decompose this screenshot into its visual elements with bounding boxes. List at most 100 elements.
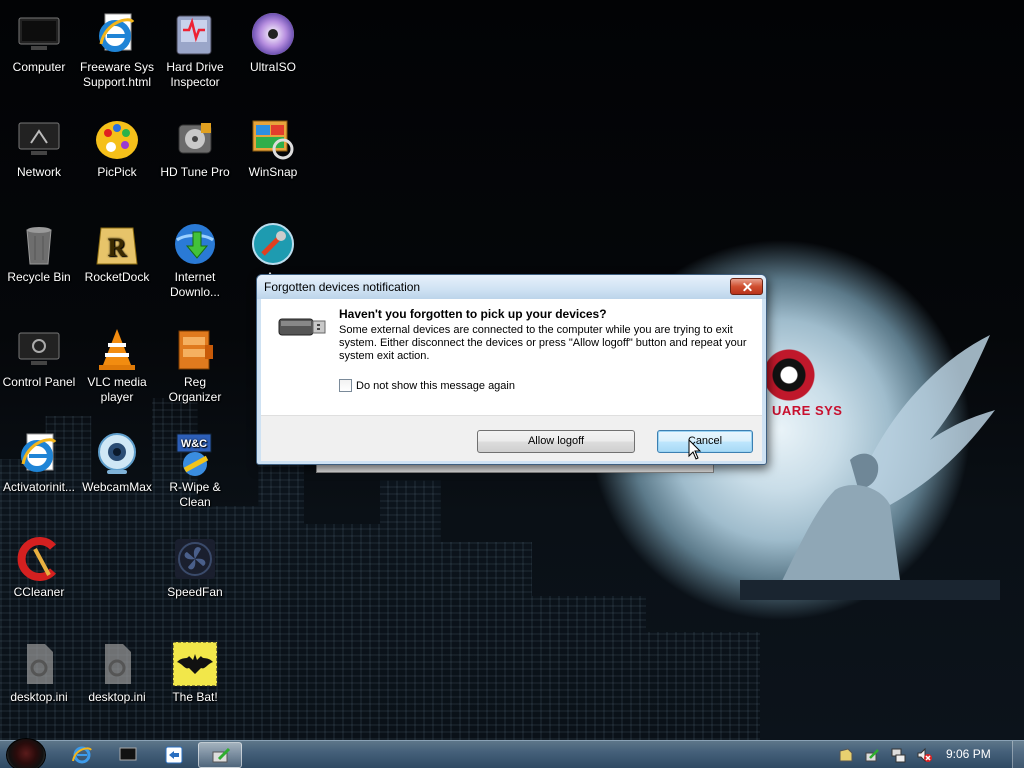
desktop-icon-label: WebcamMax [82, 480, 152, 494]
desktop-icon-speedfan[interactable]: SpeedFan [156, 535, 234, 600]
desktop-icon-label: Hard Drive Inspector [166, 60, 224, 89]
dialog-content: Haven't you forgotten to pick up your de… [261, 299, 762, 415]
svg-text:R: R [108, 233, 127, 262]
desktop-icon-reg-organizer[interactable]: Reg Organizer [156, 325, 234, 405]
desktop-icon-rocketdock[interactable]: R RocketDock [78, 220, 156, 285]
internet-explorer-icon [93, 10, 141, 58]
desktop-icon-label: HD Tune Pro [160, 165, 230, 179]
control-panel-icon [15, 325, 63, 373]
desktop-icon-label: Computer [12, 60, 66, 74]
safely-remove-icon[interactable] [864, 747, 880, 763]
desktop-icon-network[interactable]: Network [0, 115, 78, 180]
desktop-icon-label: Reg Organizer [168, 375, 222, 404]
teamviewer-icon [165, 746, 183, 764]
desktop-icon-activatorinit[interactable]: Activatorinit... [0, 430, 78, 495]
hard-drive-inspector-icon [171, 10, 219, 58]
safely-remove-icon [212, 747, 231, 763]
angel-figure-icon [740, 335, 1000, 600]
desktop-icon-control-panel[interactable]: Control Panel [0, 325, 78, 390]
volume-muted-icon[interactable] [916, 747, 932, 763]
rwipe-icon: W&C [171, 430, 219, 478]
system-clock[interactable]: 9:06 PM [946, 747, 991, 761]
allow-logoff-button[interactable]: Allow logoff [477, 430, 635, 453]
desktop-icon-winsnap[interactable]: WinSnap [234, 115, 312, 180]
reg-organizer-icon [171, 325, 219, 373]
terminal-icon [119, 747, 137, 761]
desktop-icon-desktop-ini-2[interactable]: desktop.ini [78, 640, 156, 705]
taskbar-terminal[interactable] [106, 742, 150, 768]
desktop-icon-label: VLC media player [87, 375, 147, 404]
network-icon[interactable] [890, 747, 906, 763]
desktop-icon-r-wipe-clean[interactable]: W&C R-Wipe & Clean [156, 430, 234, 510]
dialog-heading: Haven't you forgotten to pick up your de… [339, 307, 607, 321]
desktop-icon-label: Freeware Sys Support.html [79, 60, 155, 89]
rocketdock-icon: R [93, 220, 141, 268]
desktop-icon-label: Internet Downlo... [169, 270, 221, 299]
cancel-button[interactable]: Cancel [657, 430, 753, 453]
desktop-icon-label: SpeedFan [167, 585, 223, 599]
dont-show-again-option[interactable]: Do not show this message again [339, 379, 515, 392]
internet-explorer-icon [72, 746, 92, 764]
dialog-button-bar: Allow logoff Cancel [261, 415, 762, 461]
usb-drive-icon [278, 318, 326, 336]
desktop-icon-desktop-ini-1[interactable]: desktop.ini [0, 640, 78, 705]
desktop-icon-label: desktop.ini [88, 690, 146, 704]
download-manager-icon [171, 220, 219, 268]
desktop-icon-label: The Bat! [172, 690, 218, 704]
desktop-icon-label: RocketDock [84, 270, 150, 284]
settings-file-icon [93, 640, 141, 688]
tools-icon [249, 220, 297, 268]
desktop-icon-computer[interactable]: Computer [0, 10, 78, 75]
taskbar: 9:06 PM [0, 738, 1024, 768]
desktop-icon-label: Recycle Bin [7, 270, 71, 284]
webcam-icon [93, 430, 141, 478]
start-button[interactable] [6, 738, 46, 768]
desktop-icon-label: WinSnap [248, 165, 298, 179]
network-icon [15, 115, 63, 163]
hard-disk-icon [171, 115, 219, 163]
taskbar-safely-remove[interactable] [198, 742, 242, 768]
desktop-icon-label: Network [16, 165, 61, 179]
desktop-icon-vlc-media-player[interactable]: VLC media player [78, 325, 156, 405]
desktop-icon-ccleaner[interactable]: CCleaner [0, 535, 78, 600]
internet-explorer-icon [15, 430, 63, 478]
action-center-icon[interactable] [838, 747, 854, 763]
desktop-icon-recycle-bin[interactable]: Recycle Bin [0, 220, 78, 285]
show-desktop-button[interactable] [1012, 741, 1024, 768]
desktop-icon-the-bat[interactable]: The Bat! [156, 640, 234, 705]
desktop-icon-label: Control Panel [2, 375, 76, 389]
desktop-icon-label: R-Wipe & Clean [169, 480, 221, 509]
desktop-icon-freeware-sys-support[interactable]: Freeware Sys Support.html [78, 10, 156, 90]
bat-icon [171, 640, 219, 688]
dialog-title: Forgotten devices notification [264, 280, 421, 294]
desktop-icon-internet-download-manager[interactable]: Internet Downlo... [156, 220, 234, 300]
desktop-icon-webcammax[interactable]: WebcamMax [78, 430, 156, 495]
desktop-icon-hd-tune-pro[interactable]: HD Tune Pro [156, 115, 234, 180]
desktop-icon-label: desktop.ini [10, 690, 68, 704]
dont-show-again-label[interactable]: Do not show this message again [356, 380, 515, 392]
dialog-message: Some external devices are connected to t… [339, 324, 747, 362]
settings-file-icon [15, 640, 63, 688]
palette-icon [93, 115, 141, 163]
mouse-cursor-icon [688, 439, 702, 460]
disc-icon [249, 10, 297, 58]
recycle-bin-icon [15, 220, 63, 268]
ccleaner-icon [15, 535, 63, 583]
desktop-icon-ultraiso[interactable]: UltraISO [234, 10, 312, 75]
close-button[interactable] [730, 278, 763, 295]
taskbar-internet-explorer[interactable] [60, 742, 104, 768]
dont-show-again-checkbox[interactable] [339, 379, 352, 392]
desktop-icon-hard-drive-inspector[interactable]: Hard Drive Inspector [156, 10, 234, 90]
fan-icon [171, 535, 219, 583]
vlc-cone-icon [93, 325, 141, 373]
winsnap-icon [249, 115, 297, 163]
svg-text:W&C: W&C [181, 438, 207, 450]
desktop-icon-label: PicPick [97, 165, 137, 179]
desktop-icon-label: Activatorinit... [2, 480, 76, 494]
desktop-icon-label: CCleaner [13, 585, 65, 599]
system-tray [838, 745, 942, 765]
dialog-titlebar[interactable]: Forgotten devices notification [257, 275, 766, 299]
desktop-icon-picpick[interactable]: PicPick [78, 115, 156, 180]
taskbar-teamviewer[interactable] [152, 742, 196, 768]
forgotten-devices-dialog: Forgotten devices notification Haven't y… [256, 274, 767, 465]
